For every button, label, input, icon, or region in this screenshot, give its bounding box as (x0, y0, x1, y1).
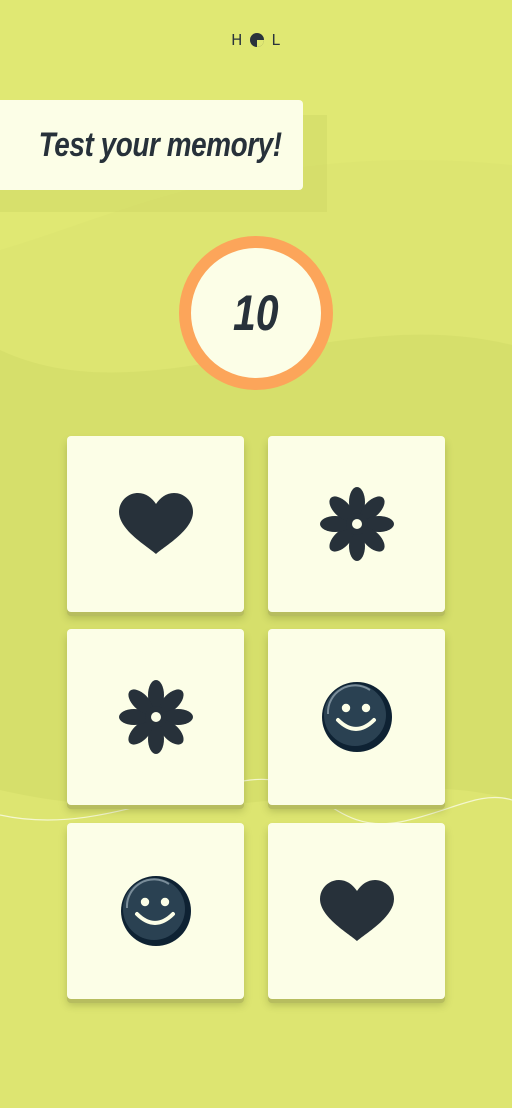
smiley-icon (120, 876, 191, 946)
logo-letter-left: H (231, 31, 244, 49)
memory-card[interactable] (67, 436, 244, 612)
logo-mark-icon (250, 33, 265, 47)
memory-card[interactable] (268, 823, 445, 999)
counter-value: 10 (233, 285, 279, 341)
memory-card[interactable] (67, 629, 244, 805)
memory-card[interactable] (67, 823, 244, 999)
page-title: Test your memory! (39, 125, 283, 164)
smiley-icon (321, 682, 392, 752)
flower-icon (118, 680, 193, 754)
title-banner: Test your memory! (0, 100, 303, 190)
memory-card[interactable] (268, 629, 445, 805)
heart-icon (319, 880, 394, 941)
memory-card[interactable] (268, 436, 445, 612)
heart-icon (118, 493, 193, 554)
moves-counter: 10 (179, 236, 333, 390)
app-logo: H L (0, 30, 512, 50)
flower-icon (319, 487, 394, 561)
logo-letter-right: L (271, 31, 281, 49)
